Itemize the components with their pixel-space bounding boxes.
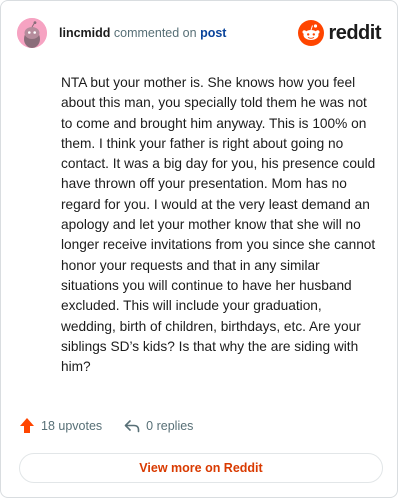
comment-byline: lincmidd commented on post — [59, 26, 226, 40]
reply-count: 0 replies — [146, 418, 194, 433]
avatar[interactable] — [17, 18, 47, 48]
snoo-avatar-icon — [17, 18, 47, 48]
reddit-brand[interactable]: reddit — [298, 20, 381, 46]
reddit-logo-icon — [298, 20, 325, 46]
comment-actions: 18 upvotes 0 replies — [19, 417, 193, 434]
comment-header: lincmidd commented on post reddit — [17, 15, 381, 51]
embedded-comment-card: lincmidd commented on post reddit NTA bu… — [0, 0, 398, 498]
upvote-count: 18 upvotes — [41, 418, 103, 433]
username-link[interactable]: lincmidd — [59, 26, 110, 40]
upvote-arrow-icon — [20, 418, 34, 433]
action-text: commented on — [113, 26, 197, 40]
view-more-button[interactable]: View more on Reddit — [19, 453, 383, 483]
upvote-button[interactable]: 18 upvotes — [19, 417, 102, 434]
reply-arrow-icon — [124, 419, 140, 432]
comment-text: NTA but your mother is. She knows how yo… — [61, 75, 376, 375]
post-link[interactable]: post — [200, 26, 226, 40]
reddit-wordmark: reddit — [328, 21, 381, 44]
reply-button[interactable]: 0 replies — [124, 419, 193, 433]
